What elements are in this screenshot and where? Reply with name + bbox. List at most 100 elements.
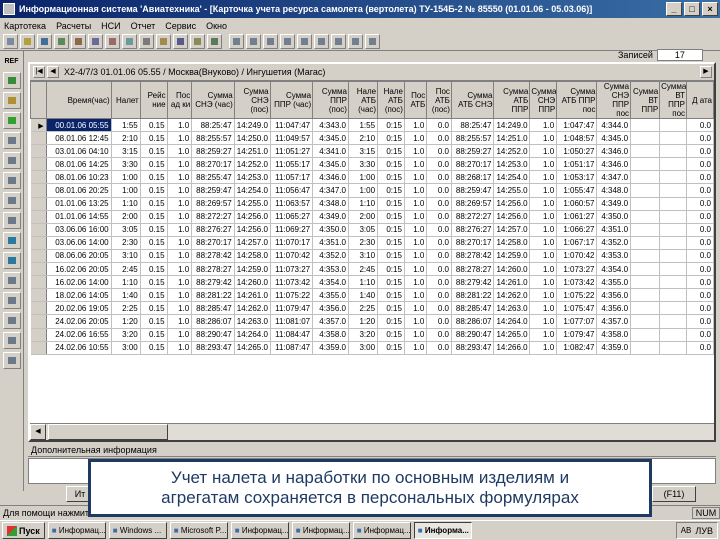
table-cell[interactable]: 0.0 [686, 341, 714, 355]
table-cell[interactable]: 4:354.0 [596, 262, 632, 277]
table-cell[interactable]: 0.0 [426, 262, 452, 277]
row-indicator[interactable] [30, 341, 47, 355]
table-cell[interactable]: 1.0 [167, 249, 193, 264]
table-cell[interactable]: 3:10 [348, 249, 379, 264]
resource-grid[interactable]: Время(час) Налет Рейс ние Пос ад ки Сумма СН… [30, 81, 714, 423]
task-button-3[interactable]: Microsoft P... [169, 522, 228, 539]
table-cell[interactable]: 4:359.0 [596, 341, 632, 355]
table-cell[interactable] [630, 131, 661, 146]
row-indicator[interactable] [30, 131, 47, 146]
table-cell[interactable]: 2:25 [111, 301, 141, 316]
table-cell[interactable]: 0:15 [377, 144, 405, 159]
table-cell[interactable]: 0.0 [426, 341, 452, 355]
start-button[interactable]: Пуск [2, 522, 45, 539]
close-button[interactable]: × [702, 2, 718, 16]
filter-icon[interactable] [71, 34, 86, 49]
table-cell[interactable] [630, 236, 661, 250]
table-cell[interactable]: 0.0 [426, 314, 452, 329]
table-cell[interactable]: 4:344.0 [596, 118, 632, 133]
delete-icon[interactable] [105, 34, 120, 49]
table-cell[interactable]: 1:070:42 [556, 249, 598, 264]
table-cell[interactable]: 08.01.06 20:25 [46, 183, 112, 198]
scroll-thumb[interactable] [48, 424, 168, 440]
table-cell[interactable]: 0.0 [686, 118, 714, 133]
table-cell[interactable]: 11:081:07 [270, 314, 314, 329]
table-cell[interactable] [659, 210, 688, 224]
table-cell[interactable]: 01.01.06 14:55 [46, 210, 112, 224]
table-cell[interactable]: 1:082:47 [556, 341, 598, 355]
table-cell[interactable]: 1:20 [111, 314, 141, 329]
table-cell[interactable]: 1:066:27 [556, 223, 598, 237]
row-indicator[interactable] [30, 236, 47, 250]
find-icon[interactable] [88, 34, 103, 49]
table-cell[interactable]: 88:278:42 [191, 249, 235, 264]
table-cell[interactable]: 4:351.0 [596, 223, 632, 237]
table-cell[interactable] [630, 275, 661, 290]
table-cell[interactable]: 14:256.0 [493, 210, 531, 224]
table-cell[interactable]: 0.15 [140, 301, 168, 316]
table-cell[interactable]: 11:079:47 [270, 301, 314, 316]
table-cell[interactable]: 1.0 [529, 144, 558, 159]
table-cell[interactable]: 14:264.0 [493, 314, 531, 329]
table-cell[interactable]: 0.0 [426, 301, 452, 316]
table-cell[interactable]: 0.0 [426, 183, 452, 198]
table-cell[interactable]: 1.0 [529, 236, 558, 250]
table-cell[interactable]: 1.0 [167, 118, 193, 133]
table-cell[interactable]: 88:278:27 [191, 262, 235, 277]
table-cell[interactable]: 88:259:47 [191, 183, 235, 198]
table-cell[interactable]: 14:249.0 [234, 118, 271, 133]
table-cell[interactable]: 2:10 [348, 131, 379, 146]
table-cell[interactable]: 4:349.0 [312, 210, 349, 224]
settings-icon[interactable] [207, 34, 222, 49]
table-cell[interactable]: 1.0 [529, 210, 558, 224]
table-cell[interactable]: 2:30 [111, 236, 141, 250]
table-row[interactable]: 08.01.06 10:23 1:00 0.15 1.0 88:255:47 14:253… [30, 170, 714, 185]
table-cell[interactable] [659, 262, 688, 277]
table-cell[interactable]: 11:065:27 [270, 210, 314, 224]
table-cell[interactable]: 1:55 [111, 118, 141, 133]
table-cell[interactable] [630, 249, 661, 264]
table-cell[interactable]: 0.15 [140, 341, 168, 355]
table-cell[interactable]: 1:55 [348, 118, 379, 133]
table-cell[interactable]: 88:25:47 [191, 118, 235, 133]
task-button-2[interactable]: Windows ... [108, 522, 167, 539]
table-cell[interactable]: 11:075:22 [270, 288, 314, 303]
table-cell[interactable]: 01.01.06 13:25 [46, 197, 112, 211]
table-cell[interactable]: 1.0 [404, 157, 428, 172]
table-cell[interactable]: 1:10 [348, 275, 379, 290]
table-cell[interactable]: 1.0 [167, 197, 193, 211]
table-cell[interactable]: 11:051:27 [270, 144, 314, 159]
table-cell[interactable]: 0:15 [377, 275, 405, 290]
sidebar-settings-icon[interactable] [2, 332, 21, 349]
table-cell[interactable]: 4:352.0 [312, 249, 349, 264]
row-indicator[interactable] [30, 275, 47, 290]
table-cell[interactable] [630, 301, 661, 316]
table-cell[interactable]: 14:263.0 [234, 314, 271, 329]
table-cell[interactable]: 1.0 [529, 275, 558, 290]
table-cell[interactable]: 14:262.0 [234, 301, 271, 316]
column-header[interactable]: Сумма ВТ ППР пос [659, 81, 688, 119]
table-cell[interactable]: 2:30 [348, 236, 379, 250]
column-header[interactable]: Сумма АТБ СНЭ [450, 81, 495, 119]
table-cell[interactable]: 4:353.0 [596, 249, 632, 264]
table-cell[interactable]: 1:079:47 [556, 328, 598, 342]
table-cell[interactable]: 0.0 [686, 183, 714, 198]
table-cell[interactable]: 1.0 [167, 210, 193, 224]
table-cell[interactable]: 11:056:47 [270, 183, 314, 198]
table-cell[interactable]: 1.0 [529, 314, 558, 329]
table-cell[interactable]: 1:10 [348, 197, 379, 211]
table-cell[interactable]: 4:356.0 [596, 301, 632, 316]
table-cell[interactable]: 88:286:07 [191, 314, 235, 329]
column-header[interactable]: Пос АТБ (пос) [426, 81, 452, 119]
table-cell[interactable]: 0.0 [686, 170, 714, 185]
table-cell[interactable]: 14:262.0 [493, 288, 531, 303]
task-button-1[interactable]: Информац... [47, 522, 106, 539]
table-cell[interactable]: 14:253.0 [493, 157, 531, 172]
menu-item-nsi[interactable]: НСИ [101, 21, 120, 31]
table-cell[interactable] [630, 223, 661, 237]
print-icon[interactable] [331, 34, 346, 49]
table-cell[interactable]: 88:293:47 [191, 341, 235, 355]
table-cell[interactable]: 0:15 [377, 131, 405, 146]
table-cell[interactable]: 1.0 [529, 170, 558, 185]
column-header[interactable]: Сумма СНЭ (час) [191, 81, 235, 119]
